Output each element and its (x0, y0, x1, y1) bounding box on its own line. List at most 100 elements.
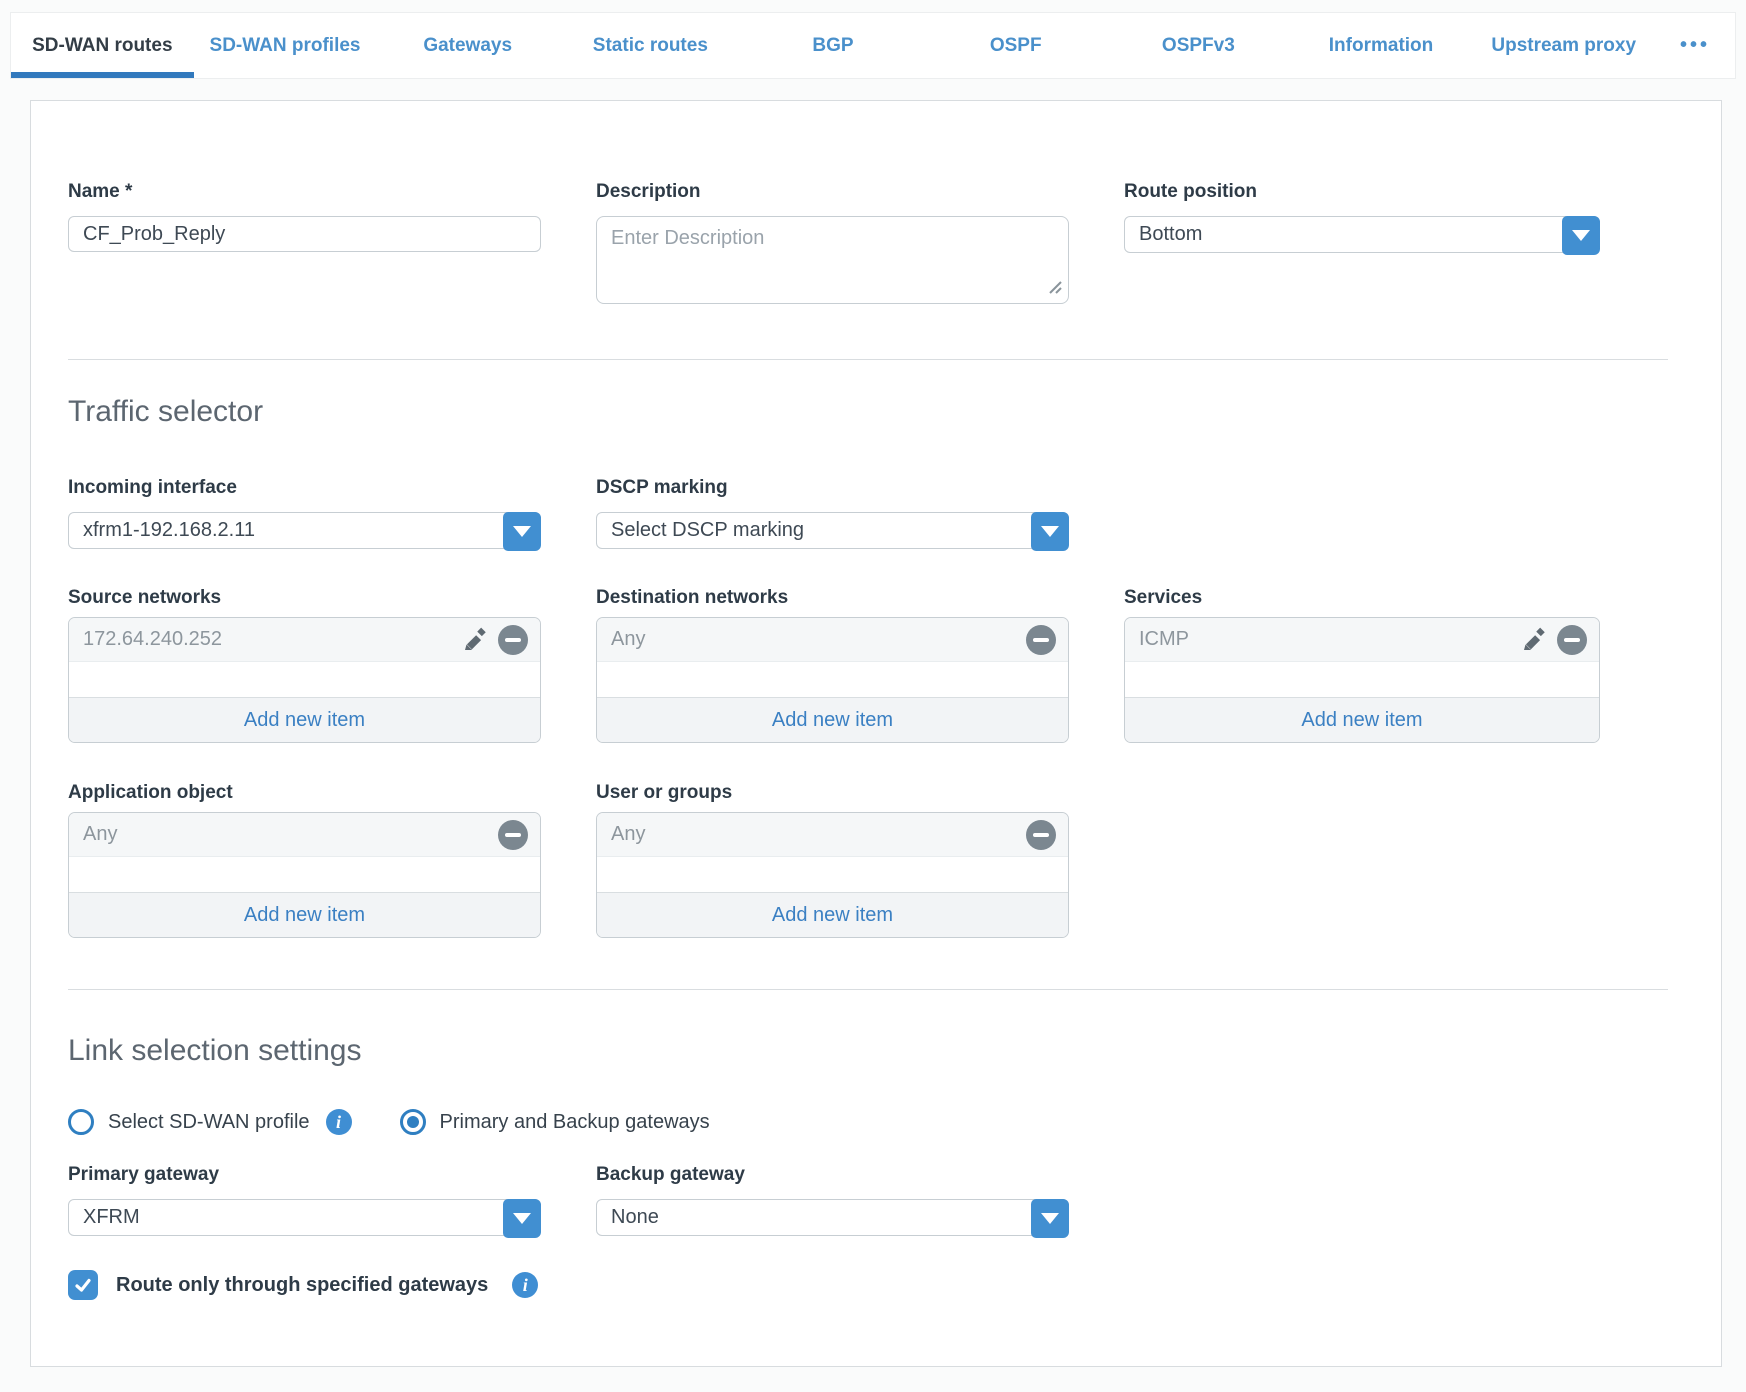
sdwan-profile-radio-label: Select SD-WAN profile (108, 1111, 310, 1134)
listbox-empty-area (597, 857, 1068, 892)
user-or-groups-group: User or groups Any Add new item (596, 782, 1069, 938)
remove-icon[interactable] (1026, 820, 1056, 850)
traffic-selector-heading: Traffic selector (68, 394, 1668, 430)
tab-ospf[interactable]: OSPF (924, 13, 1107, 78)
list-item: Any (597, 813, 1068, 857)
route-position-select[interactable]: Bottom (1124, 216, 1600, 253)
application-object-label: Application object (68, 782, 541, 804)
destination-networks-add-button[interactable]: Add new item (597, 697, 1068, 742)
list-item-value: Any (83, 823, 498, 846)
backup-gateway-dropdown-button[interactable] (1031, 1199, 1069, 1238)
source-networks-group: Source networks 172.64.240.252 (68, 587, 541, 743)
section-divider (68, 359, 1668, 360)
dscp-marking-group: DSCP marking Select DSCP marking (596, 477, 1069, 549)
dscp-marking-select[interactable]: Select DSCP marking (596, 512, 1069, 549)
primary-backup-radio-label: Primary and Backup gateways (440, 1111, 710, 1134)
chevron-down-icon (1041, 526, 1059, 537)
source-networks-add-button[interactable]: Add new item (69, 697, 540, 742)
tab-static-routes[interactable]: Static routes (559, 13, 742, 78)
user-or-groups-add-button[interactable]: Add new item (597, 892, 1068, 937)
backup-gateway-value: None (611, 1206, 659, 1229)
incoming-interface-value: xfrm1-192.168.2.11 (83, 519, 255, 542)
user-or-groups-listbox: Any Add new item (596, 812, 1069, 938)
incoming-interface-dropdown-button[interactable] (503, 512, 541, 551)
tab-sdwan-routes[interactable]: SD-WAN routes (11, 13, 194, 78)
interface-dscp-row: Incoming interface xfrm1-192.168.2.11 DS… (68, 477, 1668, 549)
remove-icon[interactable] (1557, 625, 1587, 655)
remove-icon[interactable] (1026, 625, 1056, 655)
services-group: Services ICMP (1124, 587, 1600, 743)
tab-information[interactable]: Information (1290, 13, 1473, 78)
route-position-value: Bottom (1139, 223, 1202, 246)
primary-gateway-select[interactable]: XFRM (68, 1199, 541, 1236)
tab-bgp[interactable]: BGP (742, 13, 925, 78)
primary-gateway-label: Primary gateway (68, 1164, 541, 1186)
destination-networks-group: Destination networks Any Add new item (596, 587, 1069, 743)
name-field-group: Name * (68, 181, 541, 309)
list-item: Any (69, 813, 540, 857)
source-networks-label: Source networks (68, 587, 541, 609)
backup-gateway-select[interactable]: None (596, 1199, 1069, 1236)
info-icon[interactable]: i (512, 1272, 538, 1298)
check-icon (73, 1275, 93, 1295)
backup-gateway-label: Backup gateway (596, 1164, 1069, 1186)
application-object-listbox: Any Add new item (68, 812, 541, 938)
app-users-row: Application object Any Add new item User… (68, 782, 1668, 938)
route-only-checkbox[interactable] (68, 1270, 98, 1300)
listbox-empty-area (69, 662, 540, 697)
listbox-empty-area (1125, 662, 1599, 697)
incoming-interface-select[interactable]: xfrm1-192.168.2.11 (68, 512, 541, 549)
networks-row: Source networks 172.64.240.252 (68, 587, 1668, 743)
info-icon[interactable]: i (326, 1109, 352, 1135)
dscp-marking-value: Select DSCP marking (611, 519, 804, 542)
link-selection-heading: Link selection settings (68, 1033, 1668, 1069)
tab-gateways[interactable]: Gateways (376, 13, 559, 78)
name-label: Name * (68, 181, 541, 203)
tab-ospfv3[interactable]: OSPFv3 (1107, 13, 1290, 78)
chevron-down-icon (1041, 1213, 1059, 1224)
chevron-down-icon (513, 1213, 531, 1224)
list-item: 172.64.240.252 (69, 618, 540, 662)
edit-icon[interactable] (462, 627, 488, 653)
description-label: Description (596, 181, 1069, 203)
source-networks-listbox: 172.64.240.252 (68, 617, 541, 743)
route-only-checkbox-label: Route only through specified gateways (116, 1274, 488, 1297)
resize-grip-icon[interactable] (1046, 278, 1062, 299)
tab-sdwan-profiles[interactable]: SD-WAN profiles (194, 13, 377, 78)
dscp-marking-dropdown-button[interactable] (1031, 512, 1069, 551)
services-label: Services (1124, 587, 1600, 609)
more-tabs-icon[interactable]: ••• (1655, 13, 1735, 78)
name-input[interactable] (68, 216, 541, 252)
chevron-down-icon (1572, 230, 1590, 241)
list-item-value: ICMP (1139, 628, 1521, 651)
gateway-row: Primary gateway XFRM Backup gateway None (68, 1164, 1668, 1236)
destination-networks-label: Destination networks (596, 587, 1069, 609)
application-object-group: Application object Any Add new item (68, 782, 541, 938)
edit-icon[interactable] (1521, 627, 1547, 653)
incoming-interface-group: Incoming interface xfrm1-192.168.2.11 (68, 477, 541, 549)
application-object-add-button[interactable]: Add new item (69, 892, 540, 937)
tab-upstream-proxy[interactable]: Upstream proxy (1472, 13, 1655, 78)
user-or-groups-label: User or groups (596, 782, 1069, 804)
route-edit-panel: Name * Description Route position (30, 100, 1722, 1367)
remove-icon[interactable] (498, 820, 528, 850)
description-field-group: Description (596, 181, 1069, 309)
sdwan-profile-radio[interactable] (68, 1109, 94, 1135)
listbox-empty-area (69, 857, 540, 892)
route-position-dropdown-button[interactable] (1562, 216, 1600, 255)
primary-backup-radio[interactable] (400, 1109, 426, 1135)
incoming-interface-label: Incoming interface (68, 477, 541, 499)
general-fields-row: Name * Description Route position (68, 181, 1668, 309)
services-add-button[interactable]: Add new item (1125, 697, 1599, 742)
primary-gateway-dropdown-button[interactable] (503, 1199, 541, 1238)
dscp-marking-label: DSCP marking (596, 477, 1069, 499)
remove-icon[interactable] (498, 625, 528, 655)
backup-gateway-group: Backup gateway None (596, 1164, 1069, 1236)
listbox-empty-area (597, 662, 1068, 697)
list-item-value: Any (611, 628, 1026, 651)
list-item-value: 172.64.240.252 (83, 628, 462, 651)
description-textarea[interactable] (596, 216, 1069, 304)
destination-networks-listbox: Any Add new item (596, 617, 1069, 743)
services-listbox: ICMP A (1124, 617, 1600, 743)
route-only-row: Route only through specified gateways i (68, 1270, 1668, 1300)
